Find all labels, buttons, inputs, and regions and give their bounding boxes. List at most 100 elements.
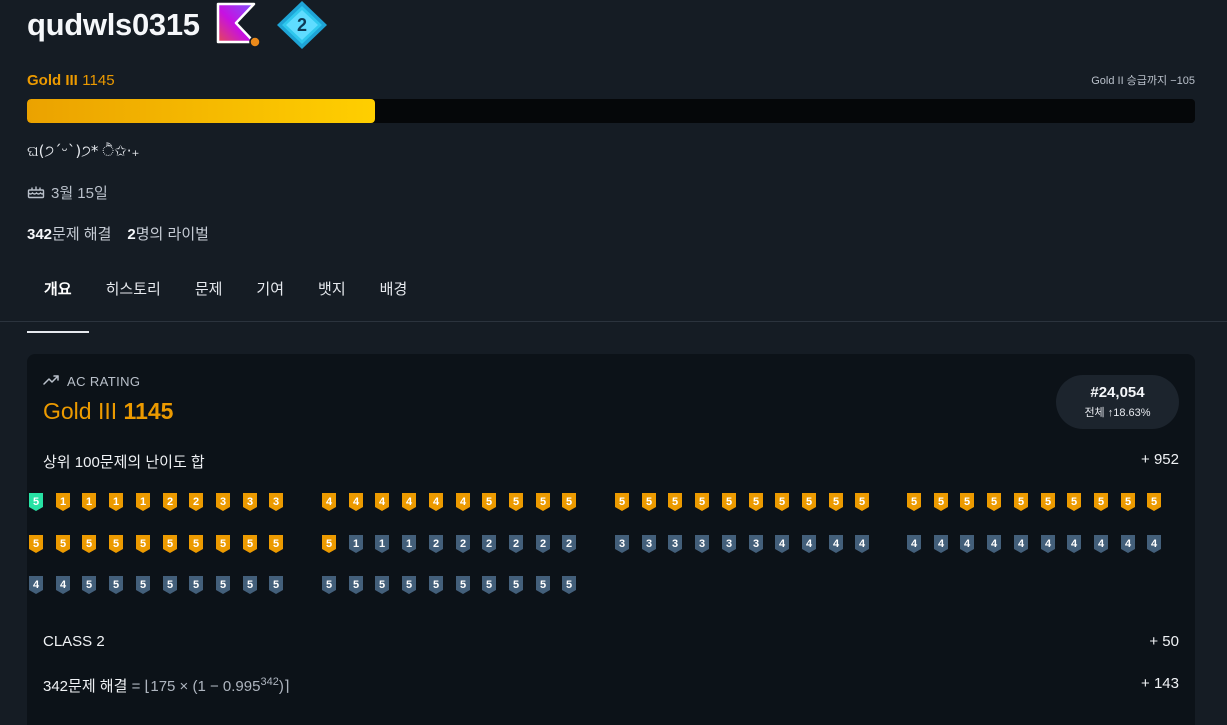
tier-gold-5-icon[interactable]: 5 xyxy=(1146,492,1162,512)
tab-problems[interactable]: 문제 xyxy=(178,270,240,322)
tier-gold-5-icon[interactable]: 5 xyxy=(268,534,284,554)
tier-silver-4-icon[interactable]: 4 xyxy=(1146,534,1162,554)
tier-silver-4-icon[interactable]: 4 xyxy=(55,575,71,595)
tier-gold-2-icon[interactable]: 2 xyxy=(188,492,204,512)
tier-silver-2-icon[interactable]: 2 xyxy=(428,534,444,554)
tier-gold-5-icon[interactable]: 5 xyxy=(321,534,337,554)
tier-gold-3-icon[interactable]: 3 xyxy=(242,492,258,512)
tier-silver-4-icon[interactable]: 4 xyxy=(854,534,870,554)
tier-silver-5-icon[interactable]: 5 xyxy=(401,575,417,595)
tier-silver-3-icon[interactable]: 3 xyxy=(614,534,630,554)
tier-gold-4-icon[interactable]: 4 xyxy=(401,492,417,512)
tier-gold-5-icon[interactable]: 5 xyxy=(1093,492,1109,512)
tier-silver-5-icon[interactable]: 5 xyxy=(162,575,178,595)
tier-silver-4-icon[interactable]: 4 xyxy=(1120,534,1136,554)
tier-gold-1-icon[interactable]: 1 xyxy=(55,492,71,512)
tier-gold-5-icon[interactable]: 5 xyxy=(906,492,922,512)
tier-gold-5-icon[interactable]: 5 xyxy=(1066,492,1082,512)
tier-gold-4-icon[interactable]: 4 xyxy=(455,492,471,512)
tier-gold-1-icon[interactable]: 1 xyxy=(135,492,151,512)
tier-gold-5-icon[interactable]: 5 xyxy=(959,492,975,512)
tier-platinum-5-icon[interactable]: 5 xyxy=(28,492,44,512)
tier-gold-4-icon[interactable]: 4 xyxy=(374,492,390,512)
tier-gold-5-icon[interactable]: 5 xyxy=(561,492,577,512)
tier-silver-4-icon[interactable]: 4 xyxy=(1093,534,1109,554)
tier-silver-5-icon[interactable]: 5 xyxy=(135,575,151,595)
tier-silver-4-icon[interactable]: 4 xyxy=(1066,534,1082,554)
tier-gold-5-icon[interactable]: 5 xyxy=(28,534,44,554)
tier-gold-3-icon[interactable]: 3 xyxy=(215,492,231,512)
tier-gold-5-icon[interactable]: 5 xyxy=(1013,492,1029,512)
tier-gold-5-icon[interactable]: 5 xyxy=(81,534,97,554)
tab-contribution[interactable]: 기여 xyxy=(239,270,301,322)
kotlin-badge-icon[interactable] xyxy=(214,1,262,49)
tier-gold-5-icon[interactable]: 5 xyxy=(614,492,630,512)
tier-gold-5-icon[interactable]: 5 xyxy=(508,492,524,512)
diamond-badge-icon[interactable]: 2 xyxy=(276,0,328,50)
tier-gold-5-icon[interactable]: 5 xyxy=(188,534,204,554)
tier-silver-2-icon[interactable]: 2 xyxy=(481,534,497,554)
tier-gold-5-icon[interactable]: 5 xyxy=(854,492,870,512)
tier-silver-4-icon[interactable]: 4 xyxy=(1013,534,1029,554)
tier-silver-5-icon[interactable]: 5 xyxy=(268,575,284,595)
tier-silver-3-icon[interactable]: 3 xyxy=(721,534,737,554)
tier-silver-2-icon[interactable]: 2 xyxy=(535,534,551,554)
tier-gold-5-icon[interactable]: 5 xyxy=(535,492,551,512)
tier-gold-5-icon[interactable]: 5 xyxy=(242,534,258,554)
tier-silver-4-icon[interactable]: 4 xyxy=(906,534,922,554)
rival-stat[interactable]: 2명의 라이벌 xyxy=(127,223,209,244)
tier-silver-2-icon[interactable]: 2 xyxy=(455,534,471,554)
tier-silver-3-icon[interactable]: 3 xyxy=(641,534,657,554)
tier-silver-2-icon[interactable]: 2 xyxy=(561,534,577,554)
tier-gold-5-icon[interactable]: 5 xyxy=(1120,492,1136,512)
tab-overview[interactable]: 개요 xyxy=(27,270,89,333)
tier-gold-5-icon[interactable]: 5 xyxy=(1040,492,1056,512)
tier-silver-5-icon[interactable]: 5 xyxy=(321,575,337,595)
tier-silver-5-icon[interactable]: 5 xyxy=(242,575,258,595)
tab-background[interactable]: 배경 xyxy=(363,270,425,322)
tier-silver-4-icon[interactable]: 4 xyxy=(828,534,844,554)
tier-gold-4-icon[interactable]: 4 xyxy=(428,492,444,512)
tier-gold-5-icon[interactable]: 5 xyxy=(481,492,497,512)
tier-silver-4-icon[interactable]: 4 xyxy=(1040,534,1056,554)
tier-gold-5-icon[interactable]: 5 xyxy=(801,492,817,512)
tier-silver-5-icon[interactable]: 5 xyxy=(348,575,364,595)
tier-gold-5-icon[interactable]: 5 xyxy=(215,534,231,554)
tier-silver-3-icon[interactable]: 3 xyxy=(667,534,683,554)
tier-gold-5-icon[interactable]: 5 xyxy=(694,492,710,512)
tier-gold-5-icon[interactable]: 5 xyxy=(774,492,790,512)
tier-silver-5-icon[interactable]: 5 xyxy=(215,575,231,595)
tier-silver-5-icon[interactable]: 5 xyxy=(455,575,471,595)
tier-gold-4-icon[interactable]: 4 xyxy=(348,492,364,512)
tier-silver-5-icon[interactable]: 5 xyxy=(508,575,524,595)
tier-silver-5-icon[interactable]: 5 xyxy=(108,575,124,595)
tier-silver-5-icon[interactable]: 5 xyxy=(81,575,97,595)
tier-gold-2-icon[interactable]: 2 xyxy=(162,492,178,512)
tier-gold-5-icon[interactable]: 5 xyxy=(986,492,1002,512)
tier-gold-5-icon[interactable]: 5 xyxy=(641,492,657,512)
tier-gold-5-icon[interactable]: 5 xyxy=(721,492,737,512)
tier-silver-5-icon[interactable]: 5 xyxy=(188,575,204,595)
tier-silver-4-icon[interactable]: 4 xyxy=(959,534,975,554)
tier-silver-3-icon[interactable]: 3 xyxy=(694,534,710,554)
tier-silver-2-icon[interactable]: 2 xyxy=(508,534,524,554)
tier-gold-5-icon[interactable]: 5 xyxy=(55,534,71,554)
tier-gold-5-icon[interactable]: 5 xyxy=(667,492,683,512)
tier-silver-4-icon[interactable]: 4 xyxy=(801,534,817,554)
tier-gold-1-icon[interactable]: 1 xyxy=(108,492,124,512)
tier-silver-3-icon[interactable]: 3 xyxy=(748,534,764,554)
tier-gold-4-icon[interactable]: 4 xyxy=(321,492,337,512)
rank-pill[interactable]: #24,054 전체 ↑18.63% xyxy=(1056,375,1179,429)
tier-silver-4-icon[interactable]: 4 xyxy=(986,534,1002,554)
tier-silver-5-icon[interactable]: 5 xyxy=(561,575,577,595)
tier-silver-5-icon[interactable]: 5 xyxy=(535,575,551,595)
tier-gold-5-icon[interactable]: 5 xyxy=(162,534,178,554)
tier-silver-4-icon[interactable]: 4 xyxy=(933,534,949,554)
tab-history[interactable]: 히스토리 xyxy=(89,270,178,322)
tier-silver-1-icon[interactable]: 1 xyxy=(401,534,417,554)
tier-silver-5-icon[interactable]: 5 xyxy=(481,575,497,595)
tier-silver-5-icon[interactable]: 5 xyxy=(428,575,444,595)
tier-gold-3-icon[interactable]: 3 xyxy=(268,492,284,512)
tier-gold-5-icon[interactable]: 5 xyxy=(748,492,764,512)
tier-silver-1-icon[interactable]: 1 xyxy=(348,534,364,554)
